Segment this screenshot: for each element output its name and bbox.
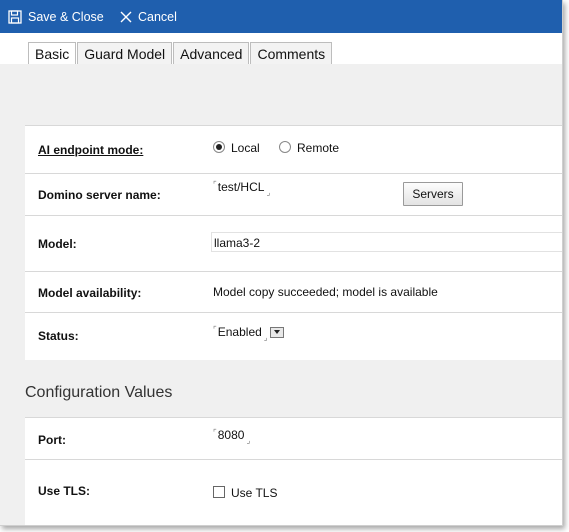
server-name-value: test/HCL bbox=[217, 180, 265, 194]
tab-comments[interactable]: Comments bbox=[250, 42, 333, 64]
port-field[interactable]: ⌜8080 ⌟ bbox=[213, 428, 250, 445]
model-row: Model: llama3-2 bbox=[25, 215, 562, 272]
status-value: Enabled bbox=[217, 325, 262, 339]
cancel-button[interactable]: Cancel bbox=[120, 0, 177, 33]
availability-row: Model availability: Model copy succeeded… bbox=[25, 271, 562, 313]
endpoint-mode-remote-option[interactable]: Remote bbox=[279, 141, 339, 155]
save-close-button[interactable]: Save & Close bbox=[8, 0, 104, 33]
port-value: 8080 bbox=[217, 428, 245, 442]
tls-checkbox[interactable] bbox=[213, 486, 225, 498]
tab-advanced[interactable]: Advanced bbox=[173, 42, 250, 64]
port-label: Port: bbox=[38, 433, 66, 447]
status-select[interactable]: ⌜Enabled ⌟ bbox=[213, 325, 284, 342]
tls-row: Use TLS: Use TLS bbox=[25, 459, 562, 525]
server-name-label: Domino server name: bbox=[38, 188, 161, 202]
endpoint-mode-row: AI endpoint mode: Local Remote bbox=[25, 125, 562, 174]
remote-label: Remote bbox=[297, 141, 340, 155]
model-label: Model: bbox=[38, 237, 77, 251]
availability-label: Model availability: bbox=[38, 286, 142, 300]
app-window: Save & Close Cancel Basic Guard Model Ad… bbox=[0, 0, 563, 526]
chevron-down-icon[interactable] bbox=[269, 327, 284, 338]
basic-settings-panel: AI endpoint mode: Local Remote Domino se… bbox=[25, 125, 562, 360]
tls-label: Use TLS: bbox=[38, 484, 91, 498]
radio-local[interactable] bbox=[213, 141, 225, 153]
cancel-label: Cancel bbox=[138, 9, 177, 24]
server-name-row: Domino server name: ⌜test/HCL ⌟ Servers bbox=[25, 173, 562, 216]
servers-button[interactable]: Servers bbox=[403, 182, 463, 206]
config-panel: Port: ⌜8080 ⌟ Use TLS: Use TLS bbox=[25, 417, 562, 525]
form-content: AI endpoint mode: Local Remote Domino se… bbox=[0, 64, 562, 525]
endpoint-mode-local-option[interactable]: Local bbox=[213, 141, 260, 155]
close-icon bbox=[120, 11, 132, 23]
endpoint-mode-label: AI endpoint mode: bbox=[38, 143, 144, 157]
config-section-title: Configuration Values bbox=[25, 384, 173, 401]
local-label: Local bbox=[231, 141, 260, 155]
status-row: Status: ⌜Enabled ⌟ bbox=[25, 312, 562, 361]
port-row: Port: ⌜8080 ⌟ bbox=[25, 417, 562, 460]
server-name-field[interactable]: ⌜test/HCL ⌟ bbox=[213, 180, 270, 197]
tab-bar: Basic Guard Model Advanced Comments bbox=[28, 42, 333, 67]
radio-remote[interactable] bbox=[279, 141, 291, 153]
save-close-label: Save & Close bbox=[28, 9, 104, 24]
availability-value: Model copy succeeded; model is available bbox=[213, 285, 438, 299]
tls-checkbox-option[interactable]: Use TLS bbox=[213, 486, 277, 500]
toolbar: Save & Close Cancel bbox=[0, 0, 562, 33]
tls-checkbox-label: Use TLS bbox=[231, 486, 278, 500]
save-icon bbox=[8, 9, 22, 24]
tab-guard-model[interactable]: Guard Model bbox=[77, 42, 173, 64]
status-label: Status: bbox=[38, 329, 79, 343]
model-input[interactable]: llama3-2 bbox=[211, 232, 562, 252]
